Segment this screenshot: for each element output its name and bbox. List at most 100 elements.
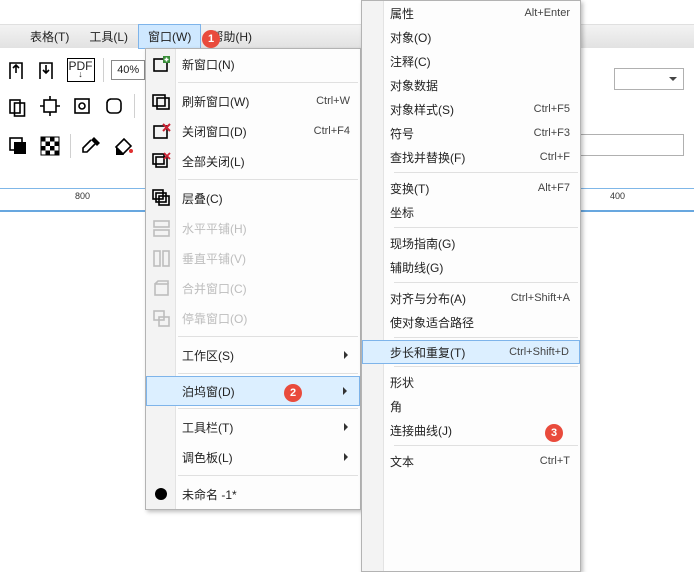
float-window-icon xyxy=(150,307,172,329)
shortcut-label: Ctrl+F3 xyxy=(534,127,570,139)
toolbar-row-1: PDF ↓ 40% xyxy=(0,52,145,88)
submenu-item-step-repeat[interactable]: 步长和重复(T) Ctrl+Shift+D xyxy=(362,340,580,364)
menu-separator xyxy=(178,336,358,337)
ruler-tick: 400 xyxy=(610,191,625,201)
submenu-item-guidelines[interactable]: 辅助线(G) xyxy=(362,255,580,279)
submenu-arrow-icon xyxy=(343,387,351,395)
submenu-item-fit-path[interactable]: 使对象适合路径 xyxy=(362,310,580,334)
annotation-badge-2: 2 xyxy=(284,384,302,402)
menu-separator xyxy=(394,337,578,338)
menu-item-document-1[interactable]: 未命名 -1* xyxy=(146,479,360,509)
menu-separator xyxy=(178,82,358,83)
toolbar-row-3 xyxy=(0,128,145,164)
submenu-item-object-styles[interactable]: 对象样式(S) Ctrl+F5 xyxy=(362,97,580,121)
submenu-item-find-replace[interactable]: 查找并替换(F) Ctrl+F xyxy=(362,145,580,169)
menubar: 表格(T) 工具(L) 窗口(W) 帮助(H) xyxy=(0,24,694,48)
menu-item-close-window[interactable]: 关闭窗口(D) Ctrl+F4 xyxy=(146,116,360,146)
shortcut-label: Alt+Enter xyxy=(524,7,570,19)
rounded-rect-icon[interactable] xyxy=(102,94,126,118)
right-panel-fragment xyxy=(574,52,694,142)
zoom-level-field[interactable]: 40% xyxy=(111,60,145,80)
toolbar-row-2 xyxy=(0,88,145,124)
shortcut-label: Ctrl+Shift+D xyxy=(509,346,569,358)
shortcut-label: Ctrl+F5 xyxy=(534,103,570,115)
submenu-item-comments[interactable]: 注释(C) xyxy=(362,49,580,73)
menu-item-workspace[interactable]: 工作区(S) xyxy=(146,340,360,370)
close-window-icon xyxy=(150,120,172,142)
menu-item-float-window: 停靠窗口(O) xyxy=(146,303,360,333)
submenu-arrow-icon xyxy=(344,351,352,359)
tile-vertical-icon xyxy=(150,247,172,269)
menu-separator xyxy=(178,179,358,180)
menu-separator xyxy=(394,227,578,228)
submenu-item-properties[interactable]: 属性 Alt+Enter xyxy=(362,1,580,25)
shortcut-label: Alt+F7 xyxy=(538,182,570,194)
submenu-item-text[interactable]: 文本 Ctrl+T xyxy=(362,449,580,473)
menu-separator xyxy=(178,475,358,476)
submenu-item-object-data[interactable]: 对象数据 xyxy=(362,73,580,97)
refresh-window-icon xyxy=(150,90,172,112)
dockers-submenu: 属性 Alt+Enter 对象(O) 注释(C) 对象数据 对象样式(S) Ct… xyxy=(361,0,581,572)
menu-item-tile-horizontal: 水平平铺(H) xyxy=(146,213,360,243)
page-group-icon[interactable] xyxy=(6,94,30,118)
dropdown-fragment[interactable] xyxy=(614,68,684,90)
close-all-icon xyxy=(150,150,172,172)
shortcut-label: Ctrl+F4 xyxy=(314,125,350,137)
stack-icon[interactable] xyxy=(6,134,30,158)
menu-tools[interactable]: 工具(L) xyxy=(79,24,138,49)
import-up-icon[interactable] xyxy=(36,58,58,82)
window-menu: 新窗口(N) 刷新窗口(W) Ctrl+W 关闭窗口(D) Ctrl+F4 全部… xyxy=(145,48,361,510)
submenu-item-corners[interactable]: 角 xyxy=(362,394,580,418)
shortcut-label: Ctrl+T xyxy=(540,455,570,467)
menu-separator xyxy=(178,373,358,374)
submenu-item-live-guides[interactable]: 现场指南(G) xyxy=(362,231,580,255)
submenu-item-objects[interactable]: 对象(O) xyxy=(362,25,580,49)
export-pdf-button[interactable]: PDF ↓ xyxy=(67,58,95,82)
shortcut-label: Ctrl+W xyxy=(316,95,350,107)
export-up-icon[interactable] xyxy=(6,58,28,82)
menu-item-cascade[interactable]: 层叠(C) xyxy=(146,183,360,213)
submenu-arrow-icon xyxy=(344,423,352,431)
crop-extend-icon[interactable] xyxy=(38,94,62,118)
submenu-item-shape[interactable]: 形状 xyxy=(362,370,580,394)
shortcut-label: Ctrl+Shift+A xyxy=(511,292,570,304)
checker-icon[interactable] xyxy=(38,134,62,158)
submenu-item-symbols[interactable]: 符号 Ctrl+F3 xyxy=(362,121,580,145)
menu-item-palettes[interactable]: 调色板(L) xyxy=(146,442,360,472)
menu-item-toolbars[interactable]: 工具栏(T) xyxy=(146,412,360,442)
paint-bucket-icon[interactable] xyxy=(111,134,135,158)
menu-window[interactable]: 窗口(W) xyxy=(138,24,201,49)
new-window-icon xyxy=(150,53,172,75)
toolbar-separator xyxy=(70,134,71,158)
submenu-item-align-distribute[interactable]: 对齐与分布(A) Ctrl+Shift+A xyxy=(362,286,580,310)
submenu-arrow-icon xyxy=(344,453,352,461)
active-document-dot-icon xyxy=(155,488,167,500)
toolbar-separator xyxy=(103,58,104,82)
menu-item-tile-vertical: 垂直平铺(V) xyxy=(146,243,360,273)
menu-item-new-window[interactable]: 新窗口(N) xyxy=(146,49,360,79)
menu-separator xyxy=(394,172,578,173)
menu-separator xyxy=(394,445,578,446)
tile-horizontal-icon xyxy=(150,217,172,239)
input-fragment[interactable] xyxy=(574,134,684,156)
shortcut-label: Ctrl+F xyxy=(540,151,570,163)
menu-separator xyxy=(394,366,578,367)
menu-separator xyxy=(178,408,358,409)
menu-table[interactable]: 表格(T) xyxy=(20,24,79,49)
inset-icon[interactable] xyxy=(70,94,94,118)
annotation-badge-1: 1 xyxy=(202,30,220,48)
submenu-item-transformations[interactable]: 变换(T) Alt+F7 xyxy=(362,176,580,200)
pdf-arrow: ↓ xyxy=(78,70,83,78)
annotation-badge-3: 3 xyxy=(545,424,563,442)
menu-item-refresh-window[interactable]: 刷新窗口(W) Ctrl+W xyxy=(146,86,360,116)
menu-item-close-all[interactable]: 全部关闭(L) xyxy=(146,146,360,176)
menu-item-dockers[interactable]: 泊坞窗(D) xyxy=(146,376,360,406)
cascade-icon xyxy=(150,187,172,209)
toolbar-separator xyxy=(134,94,135,118)
submenu-item-coordinates[interactable]: 坐标 xyxy=(362,200,580,224)
eyedropper-icon[interactable] xyxy=(79,134,103,158)
menu-item-combine-window: 合并窗口(C) xyxy=(146,273,360,303)
ruler-tick: 800 xyxy=(75,191,90,201)
menu-separator xyxy=(394,282,578,283)
combine-window-icon xyxy=(150,277,172,299)
